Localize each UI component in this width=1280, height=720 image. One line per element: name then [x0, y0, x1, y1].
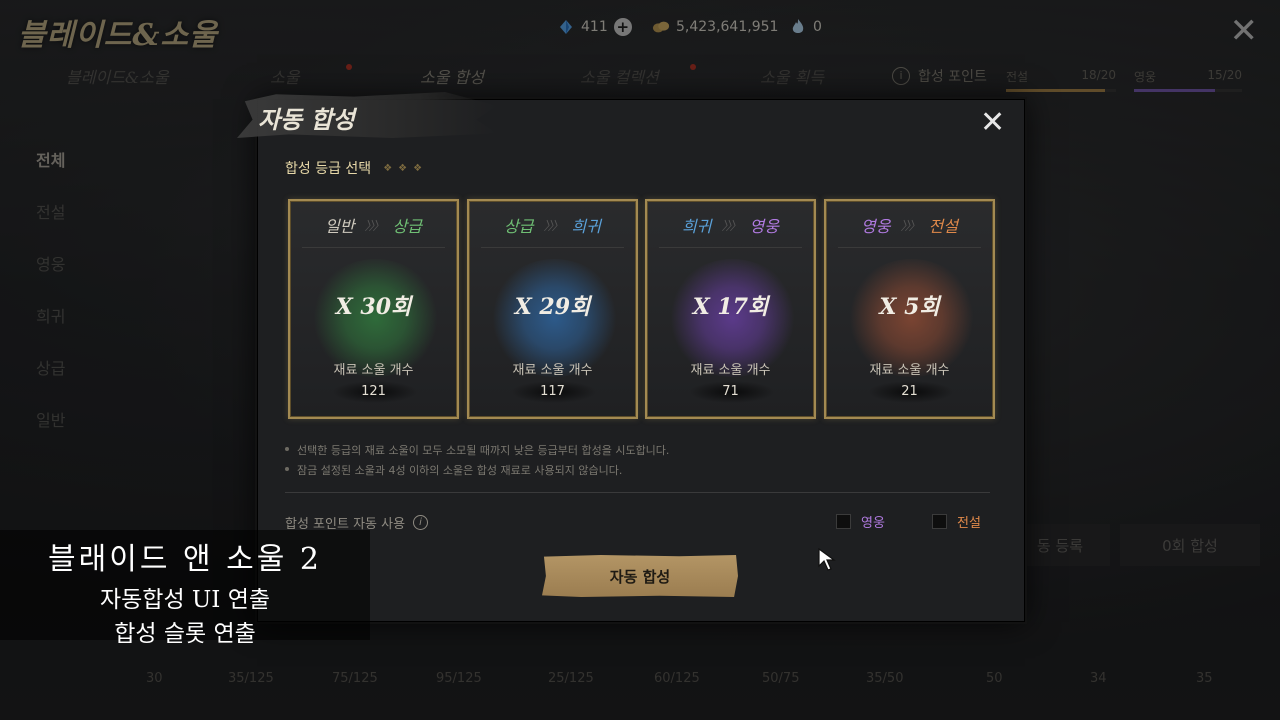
material-count: 121 [361, 384, 386, 399]
checkbox-box[interactable] [836, 514, 851, 529]
material-label: 재료 소울 개수 [512, 363, 593, 378]
from-grade: 희귀 [682, 217, 712, 236]
arrows-icon: 〉〉〉 [364, 218, 384, 233]
synthesis-count: X 30회 [335, 294, 412, 320]
arrows-icon: 〉〉〉 [721, 218, 741, 233]
auto-synthesis-button[interactable]: 자동 합성 [542, 555, 738, 597]
caption-line-3: 합성 슬롯 연출 [114, 621, 256, 647]
material-count: 21 [901, 384, 918, 399]
to-grade: 상급 [392, 217, 422, 236]
ornament-icon: ❖❖❖ [383, 162, 429, 174]
from-grade: 영웅 [861, 217, 891, 236]
material-label: 재료 소울 개수 [869, 363, 950, 378]
from-grade: 일반 [325, 217, 355, 236]
material-count: 117 [540, 384, 565, 399]
grade-select-label: 합성 등급 선택 ❖❖❖ [285, 158, 428, 178]
video-caption: 블래이드 앤 소울 2 자동합성 UI 연출 합성 슬롯 연출 [0, 530, 370, 648]
modal-title: 자동 합성 [258, 105, 355, 134]
checkbox-hero-label: 영웅 [861, 516, 885, 531]
grade-card-rare-hero[interactable]: 희귀 〉〉〉 영웅 X 17회 재료 소울 개수 71 [645, 199, 816, 419]
grade-card-advanced-rare[interactable]: 상급 〉〉〉 희귀 X 29회 재료 소울 개수 117 [467, 199, 638, 419]
synthesis-count: X 5회 [879, 294, 940, 320]
modal-close-icon[interactable]: ✕ [980, 108, 1005, 138]
to-grade: 전설 [928, 217, 958, 236]
checkbox-box[interactable] [932, 514, 947, 529]
checkbox-legend-label: 전설 [957, 516, 981, 531]
synthesis-count: X 17회 [692, 294, 769, 320]
material-label: 재료 소울 개수 [690, 363, 771, 378]
caption-line-1: 블래이드 앤 소울 2 [48, 542, 322, 577]
grade-card-hero-legend[interactable]: 영웅 〉〉〉 전설 X 5회 재료 소울 개수 21 [824, 199, 995, 419]
material-count: 71 [722, 384, 739, 399]
synthesis-count: X 29회 [514, 294, 591, 320]
note-item: 선택한 등급의 재료 소울이 모두 소모될 때까지 낮은 등급부터 합성을 시도… [285, 442, 669, 458]
material-label: 재료 소울 개수 [333, 363, 414, 378]
note-text: 선택한 등급의 재료 소울이 모두 소모될 때까지 낮은 등급부터 합성을 시도… [297, 444, 670, 457]
divider [285, 492, 990, 493]
grade-card-normal-advanced[interactable]: 일반 〉〉〉 상급 X 30회 재료 소울 개수 121 [288, 199, 459, 419]
caption-line-2: 자동합성 UI 연출 [99, 587, 271, 613]
from-grade: 상급 [504, 217, 534, 236]
note-item: 잠금 설정된 소울과 4성 이하의 소울은 합성 재료로 사용되지 않습니다. [285, 462, 622, 478]
grade-select-text: 합성 등급 선택 [285, 161, 372, 177]
arrows-icon: 〉〉〉 [900, 218, 920, 233]
info-icon[interactable]: i [413, 515, 429, 530]
mouse-cursor-icon [818, 548, 836, 571]
to-grade: 희귀 [571, 217, 601, 236]
checkbox-legend[interactable]: 전설 [932, 512, 981, 531]
to-grade: 영웅 [749, 217, 779, 236]
checkbox-hero[interactable]: 영웅 [836, 512, 885, 531]
note-text: 잠금 설정된 소울과 4성 이하의 소울은 합성 재료로 사용되지 않습니다. [297, 464, 623, 477]
arrows-icon: 〉〉〉 [543, 218, 563, 233]
